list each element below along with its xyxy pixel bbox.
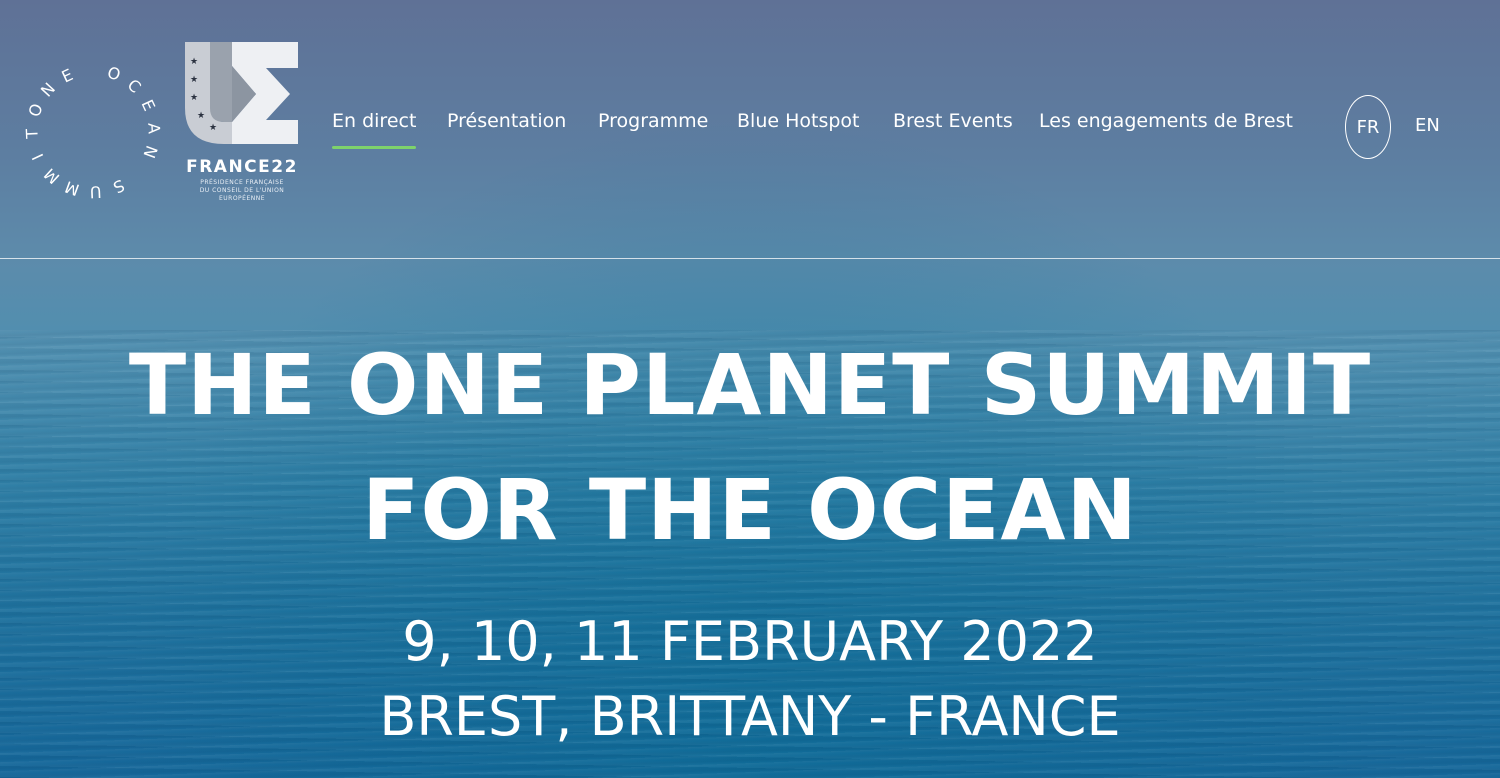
- language-fr-button[interactable]: FR: [1345, 95, 1391, 159]
- ocean-logo-letter: A: [144, 122, 163, 134]
- ue-emblem-icon: ★ ★ ★ ★ ★: [185, 42, 298, 144]
- france22-logo[interactable]: ★ ★ ★ ★ ★ FRANCE22 PRÉSIDENCE FRANÇAISE …: [180, 38, 305, 223]
- nav-item-presentation[interactable]: Présentation: [447, 110, 566, 132]
- hero-location: BREST, BRITTANY - FRANCE: [379, 685, 1121, 748]
- ocean-logo-letter: M: [40, 164, 63, 187]
- svg-text:★: ★: [209, 123, 217, 133]
- ocean-logo-letter: S: [110, 176, 127, 198]
- ocean-logo-letter: N: [37, 79, 59, 101]
- ocean-logo-letter: U: [89, 182, 102, 201]
- nav-item-blue-hotspot[interactable]: Blue Hotspot: [737, 110, 859, 132]
- france22-subtitle-line: DU CONSEIL DE L'UNION: [199, 187, 285, 194]
- ocean-logo-letters: ONE OCEANSUMMIT: [22, 63, 163, 202]
- ocean-logo-letter: E: [138, 97, 159, 114]
- hero-title-line1: THE ONE PLANET SUMMIT: [128, 336, 1372, 434]
- ocean-logo-letter: O: [25, 101, 47, 119]
- svg-text:★: ★: [190, 57, 198, 67]
- nav-item-programme[interactable]: Programme: [598, 110, 708, 132]
- site-header: ONEOCEANSUMMIT ★ ★ ★ ★ ★ FRANCE22 PRÉSID…: [0, 0, 1500, 258]
- ocean-logo-letter: M: [62, 177, 81, 200]
- nav-item-en-direct[interactable]: En direct: [332, 110, 417, 149]
- hero-dates: 9, 10, 11 FEBRUARY 2022: [402, 610, 1098, 673]
- france22-title: FRANCE22: [186, 157, 298, 177]
- ocean-logo-letter: I: [28, 151, 47, 163]
- ocean-logo-letter: C: [124, 75, 145, 97]
- svg-text:★: ★: [190, 75, 198, 85]
- svg-text:★: ★: [197, 111, 205, 121]
- ocean-logo-letter: T: [22, 128, 41, 140]
- nav-item-brest-events[interactable]: Brest Events: [893, 110, 1013, 132]
- nav-item-engagements[interactable]: Les engagements de Brest: [1039, 110, 1293, 132]
- ocean-logo-letter: O: [105, 63, 123, 85]
- language-en-button[interactable]: EN: [1415, 115, 1440, 136]
- svg-text:★: ★: [190, 93, 198, 103]
- france22-subtitle-line: EUROPÉENNE: [218, 195, 266, 202]
- france22-subtitle-line: PRÉSIDENCE FRANÇAISE: [200, 179, 284, 186]
- one-ocean-summit-logo[interactable]: ONEOCEANSUMMIT: [18, 36, 168, 226]
- france22-text: FRANCE22 PRÉSIDENCE FRANÇAISE DU CONSEIL…: [180, 157, 304, 203]
- ocean-logo-letter: E: [59, 65, 76, 86]
- header-divider: [0, 258, 1500, 259]
- ocean-logo-letter: N: [139, 143, 161, 161]
- hero-title-line2: FOR THE OCEAN: [362, 461, 1138, 559]
- france22-subtitle: PRÉSIDENCE FRANÇAISE DU CONSEIL DE L'UNI…: [180, 179, 304, 203]
